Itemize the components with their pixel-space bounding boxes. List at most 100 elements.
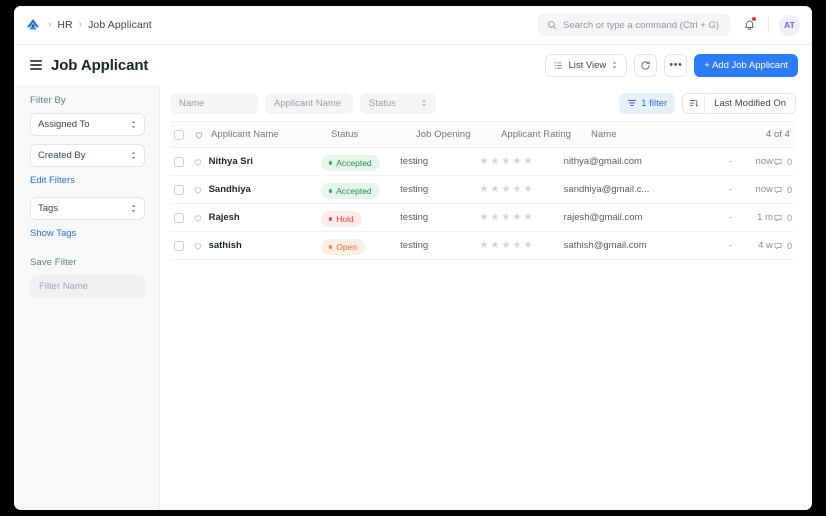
breadcrumb: › HR › Job Applicant [48,19,152,31]
status-dot [329,161,333,165]
rating-star[interactable]: ★ [512,213,521,223]
header-status[interactable]: Status [331,129,416,140]
table-row[interactable]: RajeshHoldtesting★★★★★rajesh@gmail.com-1… [170,204,796,232]
header-job-opening[interactable]: Job Opening [416,129,501,140]
filter-toolbar: Name Applicant Name Status [160,85,812,121]
rating-star[interactable]: ★ [523,241,532,251]
cell-status: Open [321,236,400,255]
status-label: Hold [336,214,353,224]
table-row[interactable]: sathishOpentesting★★★★★sathish@gmail.com… [170,232,796,260]
rating-star[interactable]: ★ [491,213,500,223]
applicant-table: Applicant Name Status Job Opening Applic… [160,121,812,260]
cell-applicant-name[interactable]: Nithya Sri [209,156,321,167]
comment-count: 0 [787,241,792,251]
list-main: Name Applicant Name Status [160,85,812,510]
frappe-logo-icon[interactable] [22,14,44,36]
status-badge: Hold [321,211,362,227]
assigned-to-select[interactable]: Assigned To [30,113,145,136]
rating-star[interactable]: ★ [512,157,521,167]
header-name[interactable]: Name [591,129,739,140]
name-filter-input[interactable]: Name [170,93,258,114]
rating-star[interactable]: ★ [491,241,500,251]
refresh-button[interactable] [634,54,657,77]
breadcrumb-item-job-applicant[interactable]: Job Applicant [88,19,152,31]
rating-star[interactable]: ★ [502,157,511,167]
filter-count-chip[interactable]: 1 filter [619,93,675,114]
rating-star[interactable]: ★ [512,185,521,195]
edit-filters-link[interactable]: Edit Filters [30,175,145,186]
add-job-applicant-button[interactable]: + Add Job Applicant [694,54,798,77]
table-header-row: Applicant Name Status Job Opening Applic… [170,121,796,148]
show-tags-link[interactable]: Show Tags [30,228,145,239]
rating-star[interactable]: ★ [480,185,489,195]
rating-star[interactable]: ★ [491,185,500,195]
tags-select[interactable]: Tags [30,197,145,220]
heart-icon[interactable] [193,157,203,167]
page-title: Job Applicant [51,57,148,74]
cell-applicant-rating[interactable]: ★★★★★ [480,241,564,251]
breadcrumb-item-hr[interactable]: HR [57,19,72,31]
comment-icon[interactable] [773,213,783,223]
filter-name-input[interactable]: Filter Name [30,275,145,298]
list-view-button[interactable]: List View [545,54,627,77]
row-checkbox-cell [170,185,193,195]
rating-star[interactable]: ★ [491,157,500,167]
cell-comments[interactable]: 0 [773,157,796,167]
rating-star[interactable]: ★ [512,241,521,251]
filter-count-label: 1 filter [641,98,667,109]
comment-icon[interactable] [773,157,783,167]
cell-modified: now [732,184,773,195]
created-by-select[interactable]: Created By [30,144,145,167]
rating-star[interactable]: ★ [502,241,511,251]
select-all-checkbox[interactable] [174,130,184,140]
status-filter-select[interactable]: Status [360,93,436,114]
sort-control[interactable]: Last Modified On [682,93,796,114]
heart-icon[interactable] [193,213,203,223]
heart-icon[interactable] [194,130,204,140]
cell-comments[interactable]: 0 [773,185,796,195]
avatar[interactable]: AT [779,15,800,36]
table-row[interactable]: Nithya SriAcceptedtesting★★★★★nithya@gma… [170,148,796,176]
header-applicant-rating[interactable]: Applicant Rating [501,129,591,140]
bell-icon[interactable] [740,16,758,34]
row-checkbox[interactable] [174,157,184,167]
heart-icon[interactable] [193,241,203,251]
header-applicant-name[interactable]: Applicant Name [211,129,331,140]
cell-applicant-rating[interactable]: ★★★★★ [480,185,564,195]
navbar-divider [768,17,769,33]
rating-star[interactable]: ★ [480,157,489,167]
rating-star[interactable]: ★ [523,213,532,223]
search-icon [547,20,557,30]
comment-icon[interactable] [773,185,783,195]
cell-job-opening: testing [400,240,479,251]
heart-icon[interactable] [193,185,203,195]
rating-star[interactable]: ★ [502,213,511,223]
table-row[interactable]: SandhiyaAcceptedtesting★★★★★sandhiya@gma… [170,176,796,204]
cell-assigned: - [702,184,732,195]
row-like-cell [193,157,209,167]
cell-applicant-name[interactable]: sathish [209,240,321,251]
name-filter-placeholder: Name [179,98,204,109]
more-options-button[interactable]: ••• [664,54,687,77]
cell-applicant-name[interactable]: Sandhiya [209,184,321,195]
rating-star[interactable]: ★ [523,157,532,167]
row-checkbox[interactable] [174,241,184,251]
cell-applicant-rating[interactable]: ★★★★★ [480,157,564,167]
row-checkbox[interactable] [174,213,184,223]
cell-applicant-name[interactable]: Rajesh [209,212,321,223]
rating-star[interactable]: ★ [523,185,532,195]
cell-comments[interactable]: 0 [773,241,796,251]
cell-applicant-rating[interactable]: ★★★★★ [480,213,564,223]
comment-icon[interactable] [773,241,783,251]
search-input[interactable]: Search or type a command (Ctrl + G) [538,14,730,36]
filter-by-label: Filter By [30,95,145,106]
row-checkbox[interactable] [174,185,184,195]
cell-comments[interactable]: 0 [773,213,796,223]
applicant-name-filter-input[interactable]: Applicant Name [265,93,353,114]
cell-assigned: - [702,212,732,223]
hamburger-icon[interactable] [30,60,42,69]
row-like-cell [193,213,209,223]
rating-star[interactable]: ★ [502,185,511,195]
rating-star[interactable]: ★ [480,241,489,251]
rating-star[interactable]: ★ [480,213,489,223]
